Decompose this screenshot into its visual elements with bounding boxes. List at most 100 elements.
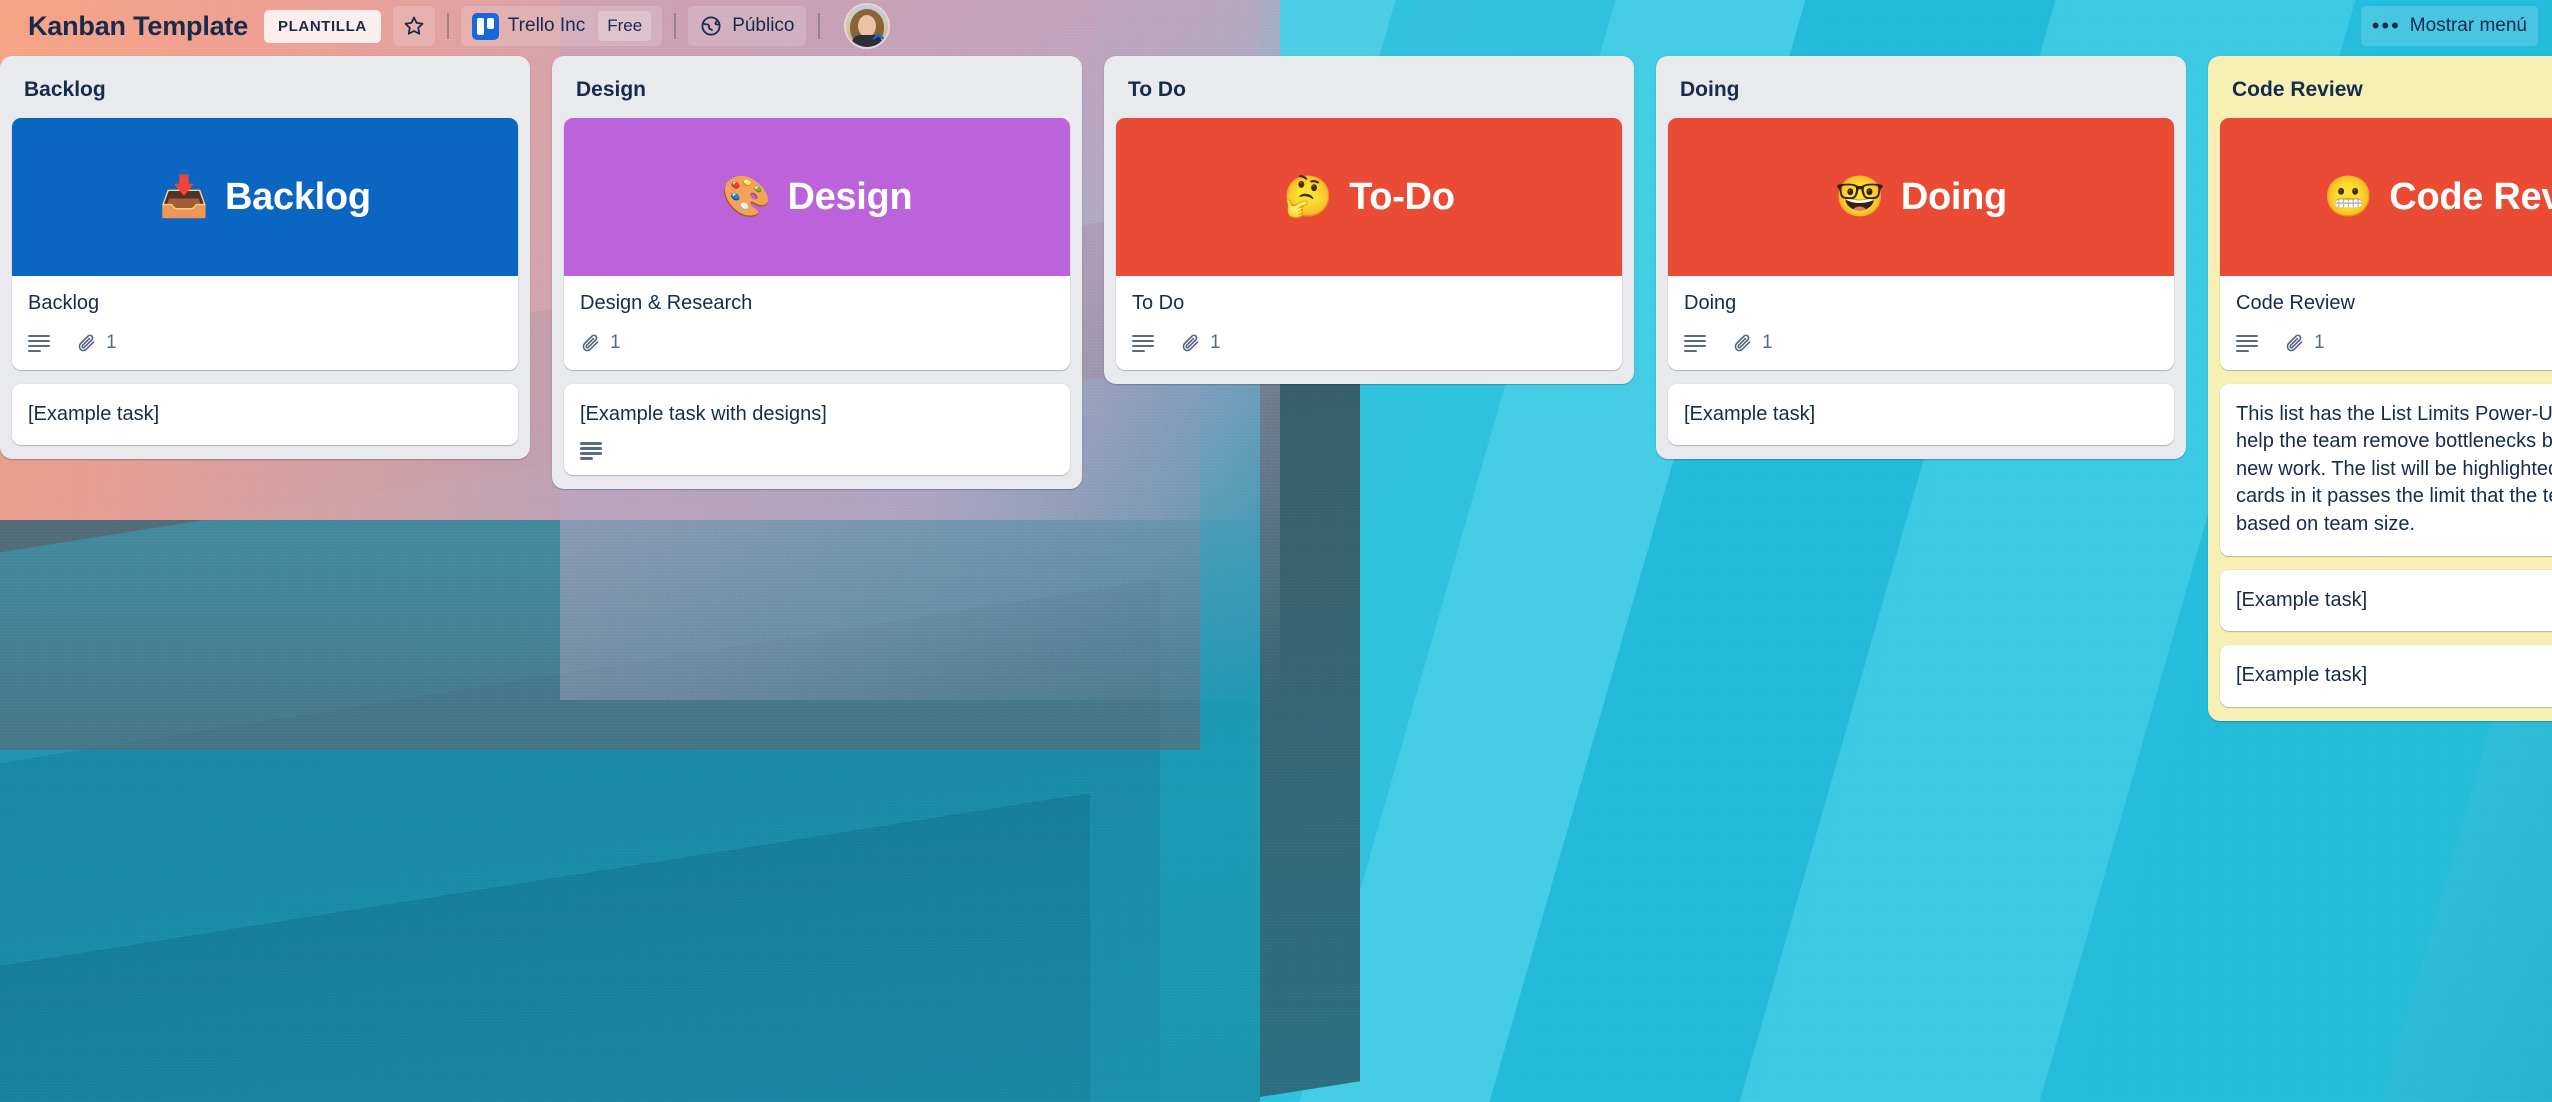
header-divider	[446, 13, 449, 39]
attachment-badge: 1	[2284, 332, 2325, 354]
card-list: 😬 Code Review Code Review 1 This list has th…	[2220, 118, 2552, 707]
list-title[interactable]: Code Review	[2220, 66, 2552, 118]
header-divider	[674, 13, 677, 39]
list-title[interactable]: To Do	[1116, 66, 1622, 118]
card-title: This list has the List Limits Power-Up e…	[2236, 402, 2552, 535]
card-body: Design & Research 1	[564, 276, 1070, 370]
card-title: [Example task]	[2236, 664, 2368, 687]
card-body: Backlog 1	[12, 276, 518, 370]
show-menu-button[interactable]: ••• Mostrar menú	[2360, 6, 2538, 46]
attachment-badge: 1	[580, 332, 621, 354]
list-column: Backlog 📥 Backlog Backlog 1 [Example task]	[0, 56, 530, 460]
cover-emoji-icon: 📥	[159, 175, 210, 219]
description-badge	[1684, 334, 1706, 352]
cover-title: To-Do	[1349, 175, 1455, 218]
card-title: [Example task with designs]	[580, 402, 827, 425]
workspace-name: Trello Inc	[507, 15, 586, 36]
card-body: [Example task]	[12, 384, 518, 446]
cover-title: Backlog	[225, 175, 371, 218]
trello-board: Kanban Template PLANTILLA Trello Inc Fre…	[0, 0, 2552, 1102]
description-icon	[2236, 334, 2258, 352]
card-title: Backlog	[28, 292, 100, 314]
list-title[interactable]: Doing	[1668, 66, 2174, 118]
paperclip-icon	[580, 332, 601, 353]
card-body: [Example task]	[2220, 645, 2552, 707]
cover-emoji-icon: 🤓	[1835, 175, 1885, 219]
card[interactable]: 😬 Code Review Code Review 1	[2220, 118, 2552, 370]
card-list: 🤓 Doing Doing 1 [Example task]	[1668, 118, 2174, 446]
cover-title: Design	[787, 175, 913, 218]
avatar[interactable]	[845, 5, 888, 47]
globe-icon	[699, 14, 723, 38]
card-badges: 1	[1132, 332, 1606, 354]
card[interactable]: [Example task with designs]	[564, 383, 1070, 476]
paperclip-icon	[2284, 332, 2305, 353]
card-badges: 1	[2236, 332, 2552, 354]
cover-emoji-icon: 🤔	[1283, 175, 1334, 219]
cover-title: Code Review	[2389, 175, 2552, 218]
card-body: Code Review 1	[2220, 276, 2552, 370]
card[interactable]: 📥 Backlog Backlog 1	[12, 118, 518, 370]
card-cover: 🤔 To-Do	[1116, 118, 1622, 276]
card-body: This list has the List Limits Power-Up e…	[2220, 384, 2552, 556]
card-cover: 🎨 Design	[564, 118, 1070, 276]
trello-logo-icon	[471, 12, 499, 40]
card-title: To Do	[1132, 292, 1185, 314]
description-icon	[1684, 334, 1706, 352]
attachment-badge: 1	[1732, 332, 1773, 354]
card-badges	[580, 442, 1054, 460]
card[interactable]: 🎨 Design Design & Research 1	[564, 118, 1070, 370]
description-icon	[580, 442, 602, 460]
cover-title: Doing	[1900, 175, 2007, 218]
visibility-button[interactable]: Público	[688, 6, 806, 46]
card-list: 🎨 Design Design & Research 1 [Example task w…	[564, 118, 1070, 476]
card[interactable]: 🤔 To-Do To Do 1	[1116, 118, 1622, 370]
list-title[interactable]: Backlog	[12, 66, 518, 118]
card-title: Code Review	[2236, 292, 2355, 314]
card-cover: 📥 Backlog	[12, 118, 518, 276]
attachment-count: 1	[2314, 331, 2325, 353]
card-list: 🤔 To-Do To Do 1	[1116, 118, 1622, 370]
board-lists: Backlog 📥 Backlog Backlog 1 [Example task] Des…	[0, 56, 2552, 721]
card-body: To Do 1	[1116, 276, 1622, 370]
star-board-button[interactable]	[392, 6, 435, 46]
star-icon	[402, 14, 426, 38]
avatar-image	[857, 15, 876, 37]
card-cover: 😬 Code Review	[2220, 118, 2552, 276]
list-title[interactable]: Design	[564, 66, 1070, 118]
card-body: [Example task]	[1668, 384, 2174, 446]
card-body: [Example task]	[2220, 570, 2552, 632]
description-badge	[28, 334, 50, 352]
plan-badge: Free	[598, 11, 652, 41]
cover-emoji-icon: 😬	[2323, 175, 2374, 219]
attachment-count: 1	[610, 331, 621, 353]
card-body: [Example task with designs]	[564, 384, 1070, 476]
description-icon	[1132, 334, 1154, 352]
workspace-button[interactable]: Trello Inc Free	[460, 6, 663, 46]
paperclip-icon	[1732, 332, 1753, 353]
visibility-label: Público	[732, 15, 795, 36]
list-column: Doing 🤓 Doing Doing 1 [Example task]	[1656, 56, 2186, 460]
header-divider	[817, 13, 820, 39]
paperclip-icon	[1180, 332, 1201, 353]
card[interactable]: [Example task]	[1668, 383, 2174, 446]
card[interactable]: [Example task]	[2220, 569, 2552, 632]
attachment-count: 1	[106, 331, 117, 353]
card[interactable]: This list has the List Limits Power-Up e…	[2220, 383, 2552, 556]
card-badges: 1	[1684, 332, 2158, 354]
paperclip-icon	[76, 332, 97, 353]
list-column: Design 🎨 Design Design & Research 1 [Example …	[552, 56, 1082, 490]
ellipsis-icon: •••	[2371, 13, 2401, 38]
card[interactable]: [Example task]	[2220, 645, 2552, 707]
attachment-count: 1	[1210, 331, 1221, 353]
board-header: Kanban Template PLANTILLA Trello Inc Fre…	[0, 0, 2552, 52]
card[interactable]: 🤓 Doing Doing 1	[1668, 118, 2174, 370]
attachment-count: 1	[1762, 331, 1773, 353]
card-list: 📥 Backlog Backlog 1 [Example task]	[12, 118, 518, 446]
card-title: Doing	[1684, 292, 1737, 314]
template-badge: PLANTILLA	[264, 9, 381, 43]
attachment-badge: 1	[76, 332, 117, 354]
card-badges: 1	[28, 332, 502, 354]
card[interactable]: [Example task]	[12, 383, 518, 446]
list-column: To Do 🤔 To-Do To Do 1	[1104, 56, 1634, 384]
